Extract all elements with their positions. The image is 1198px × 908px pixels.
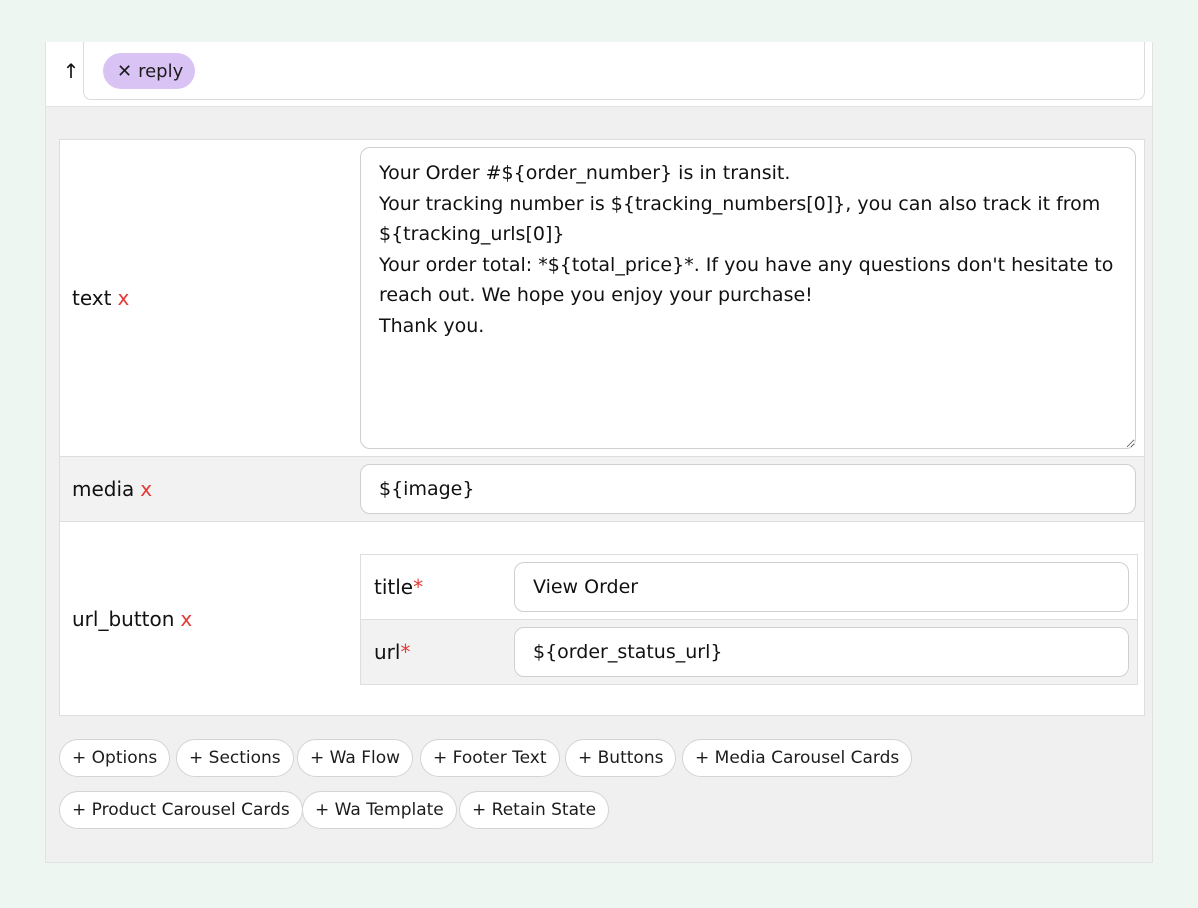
url-label-text: url: [374, 640, 401, 664]
text-field-label: text x: [72, 286, 129, 310]
url-button-label-text: url_button: [72, 607, 175, 631]
add-buttons-button[interactable]: + Buttons: [565, 739, 677, 777]
add-wa-template-button[interactable]: + Wa Template: [302, 791, 457, 829]
message-form: text x Your Order #${order_number} is in …: [59, 139, 1145, 716]
text-field-row: text x Your Order #${order_number} is in …: [60, 140, 1144, 457]
add-sections-button[interactable]: + Sections: [176, 739, 294, 777]
required-marker: *: [413, 575, 424, 599]
add-wa-flow-button[interactable]: + Wa Flow: [297, 739, 413, 777]
title-field-label: title*: [374, 575, 423, 599]
tag-input[interactable]: ✕ reply: [83, 42, 1145, 100]
media-field-label: media x: [72, 477, 152, 501]
text-textarea[interactable]: Your Order #${order_number} is in transi…: [360, 147, 1136, 449]
url-button-field-row: url_buttonx title* url*: [60, 522, 1144, 715]
add-media-carousel-cards-button[interactable]: + Media Carousel Cards: [682, 739, 913, 777]
arrow-up-icon[interactable]: ↑: [60, 60, 82, 82]
text-label-text: text: [72, 286, 112, 310]
url-button-field-label: url_button x: [72, 607, 192, 631]
title-label-text: title: [374, 575, 414, 599]
url-button-url-row: url*: [361, 620, 1137, 684]
title-input[interactable]: [514, 562, 1129, 612]
remove-text-field-button[interactable]: x: [117, 286, 129, 310]
url-field-label: url*: [374, 640, 410, 664]
close-icon[interactable]: ✕: [117, 61, 132, 82]
add-product-carousel-cards-button[interactable]: + Product Carousel Cards: [59, 791, 303, 829]
required-marker: *: [400, 640, 411, 664]
add-footer-text-button[interactable]: + Footer Text: [420, 739, 560, 777]
app-background: ↑ ✕ reply text x Your Order #${order_numb…: [0, 0, 1198, 908]
url-input[interactable]: [514, 627, 1129, 677]
url-button-title-row: title*: [361, 555, 1137, 620]
remove-media-field-button[interactable]: x: [140, 477, 152, 501]
add-retain-state-button[interactable]: + Retain State: [459, 791, 610, 829]
media-label-text: media: [72, 477, 135, 501]
reply-chip-label: reply: [138, 60, 184, 82]
editor-panel: ↑ ✕ reply text x Your Order #${order_numb…: [45, 42, 1153, 863]
url-button-subform: title* url*: [360, 554, 1138, 685]
reply-header: ↑ ✕ reply: [46, 42, 1152, 107]
reply-chip[interactable]: ✕ reply: [103, 53, 196, 89]
remove-url-button-field-button[interactable]: x: [180, 607, 192, 631]
media-field-row: media x: [60, 457, 1144, 522]
add-options-button[interactable]: + Options: [59, 739, 171, 777]
media-input[interactable]: [360, 464, 1136, 514]
